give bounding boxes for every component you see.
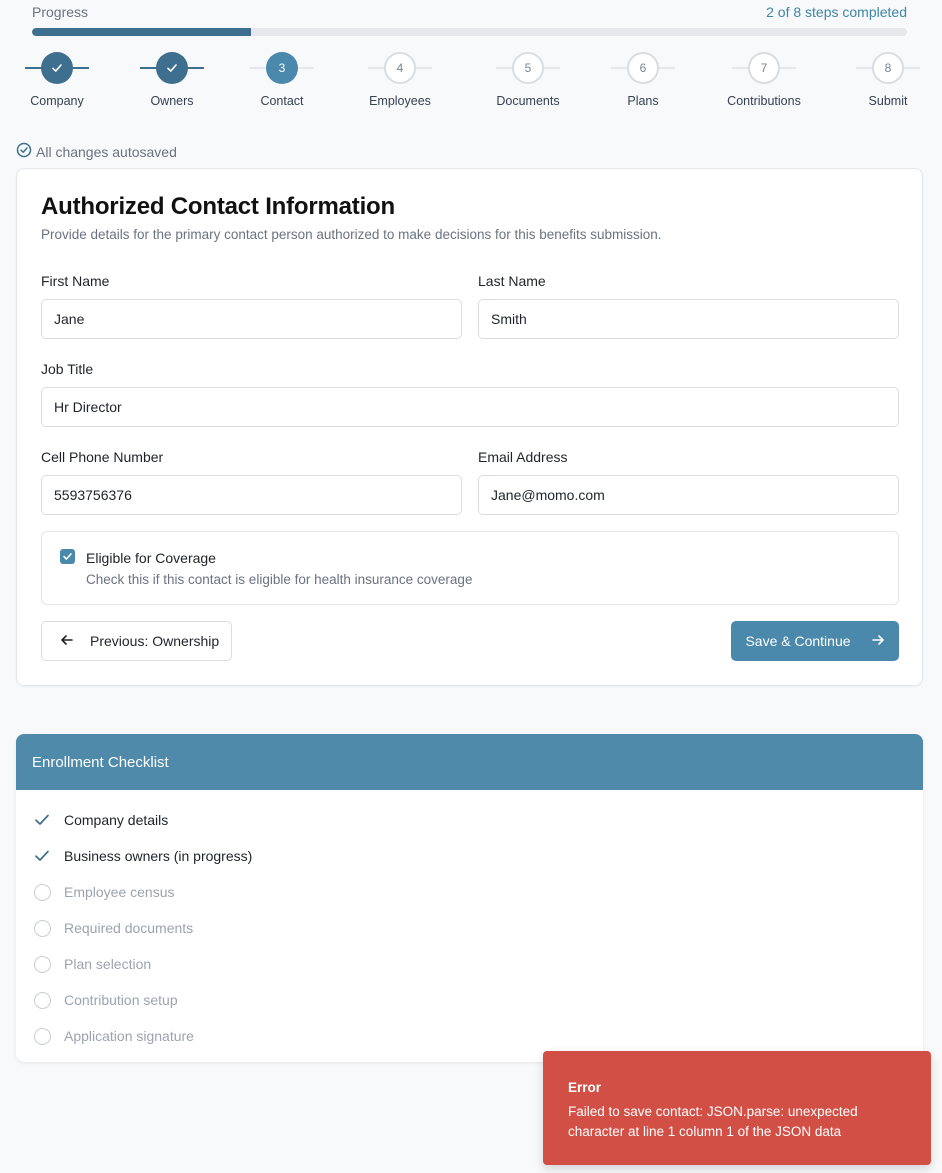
empty-circle-icon <box>32 918 52 938</box>
phone-label: Cell Phone Number <box>41 449 164 465</box>
checklist-item-label: Required documents <box>64 920 194 936</box>
arrow-left-icon <box>60 633 74 650</box>
checklist-item-label: Application signature <box>64 1028 194 1044</box>
step-circle <box>41 52 73 84</box>
step-plans[interactable]: 6 Plans <box>593 52 693 108</box>
check-circle-icon <box>16 142 32 161</box>
save-continue-button[interactable]: Save & Continue <box>731 621 899 661</box>
checklist-item: Plan selection <box>32 952 151 976</box>
step-circle <box>156 52 188 84</box>
step-circle: 5 <box>512 52 544 84</box>
email-input[interactable] <box>478 475 899 515</box>
step-circle: 7 <box>748 52 780 84</box>
toast-message: Failed to save contact: JSON.parse: unex… <box>568 1104 858 1139</box>
step-circle: 8 <box>872 52 904 84</box>
toast-title: Error <box>568 1080 602 1095</box>
coverage-option: Eligible for Coverage Check this if this… <box>41 531 899 605</box>
step-label: Contact <box>260 94 304 108</box>
step-label: Submit <box>868 94 908 108</box>
step-circle: 4 <box>384 52 416 84</box>
error-toast[interactable]: Error Failed to save contact: JSON.parse… <box>543 1051 931 1165</box>
checklist-item: Business owners (in progress) <box>32 844 252 868</box>
contact-form-card: Authorized Contact Information Provide d… <box>16 168 923 686</box>
last-name-input[interactable] <box>478 299 899 339</box>
step-label: Owners <box>150 94 194 108</box>
step-contact[interactable]: 3 Contact <box>232 52 332 108</box>
form-subtitle: Provide details for the primary contact … <box>41 227 662 242</box>
coverage-checkbox[interactable] <box>60 549 75 564</box>
empty-circle-icon <box>32 882 52 902</box>
step-owners[interactable]: Owners <box>122 52 222 108</box>
save-button-label: Save & Continue <box>745 633 851 649</box>
arrow-right-icon <box>871 633 885 650</box>
stepper: Company Owners 3 Contact 4 Employees 5 D… <box>0 52 942 112</box>
last-name-label: Last Name <box>478 273 546 289</box>
progress-count: 2 of 8 steps completed <box>766 4 907 20</box>
autosave-status: All changes autosaved <box>16 142 177 161</box>
step-label: Contributions <box>727 94 801 108</box>
step-circle: 6 <box>627 52 659 84</box>
step-documents[interactable]: 5 Documents <box>478 52 578 108</box>
step-employees[interactable]: 4 Employees <box>350 52 450 108</box>
step-label: Documents <box>496 94 560 108</box>
step-company[interactable]: Company <box>7 52 107 108</box>
step-circle: 3 <box>266 52 298 84</box>
progress-bar <box>32 28 907 36</box>
step-contributions[interactable]: 7 Contributions <box>714 52 814 108</box>
step-submit[interactable]: 8 Submit <box>838 52 938 108</box>
checklist-item-label: Employee census <box>64 884 175 900</box>
checklist-item-label: Contribution setup <box>64 992 178 1008</box>
autosave-text: All changes autosaved <box>36 143 177 160</box>
checklist-item: Required documents <box>32 916 193 940</box>
checklist-item: Company details <box>32 808 168 832</box>
checklist-item-label: Business owners (in progress) <box>64 848 253 864</box>
checklist-item: Application signature <box>32 1024 194 1048</box>
step-label: Company <box>30 94 84 108</box>
checkmark-icon <box>63 553 72 560</box>
empty-circle-icon <box>32 1026 52 1046</box>
coverage-label: Eligible for Coverage <box>86 550 216 566</box>
first-name-label: First Name <box>41 273 110 289</box>
enrollment-checklist: Enrollment Checklist Company details Busi… <box>16 734 923 1062</box>
job-title-label: Job Title <box>41 361 94 377</box>
empty-circle-icon <box>32 990 52 1010</box>
checklist-item: Employee census <box>32 880 175 904</box>
step-label: Employees <box>369 94 431 108</box>
email-label: Email Address <box>478 449 568 465</box>
checklist-item: Contribution setup <box>32 988 178 1012</box>
checklist-item-label: Plan selection <box>64 956 152 972</box>
coverage-description: Check this if this contact is eligible f… <box>86 572 473 587</box>
step-label: Plans <box>627 94 659 108</box>
first-name-input[interactable] <box>41 299 462 339</box>
checklist-title: Enrollment Checklist <box>16 734 923 790</box>
phone-input[interactable] <box>41 475 462 515</box>
previous-button-label: Previous: Ownership <box>90 633 220 649</box>
checkmark-icon <box>167 64 177 72</box>
checkmark-icon <box>52 64 62 72</box>
check-icon <box>32 810 52 830</box>
form-title: Authorized Contact Information <box>41 193 395 220</box>
job-title-input[interactable] <box>41 387 899 427</box>
progress-label: Progress <box>32 4 89 20</box>
check-icon <box>32 846 52 866</box>
progress-bar-fill <box>32 28 251 36</box>
checklist-item-label: Company details <box>64 812 169 828</box>
previous-button[interactable]: Previous: Ownership <box>41 621 232 661</box>
empty-circle-icon <box>32 954 52 974</box>
